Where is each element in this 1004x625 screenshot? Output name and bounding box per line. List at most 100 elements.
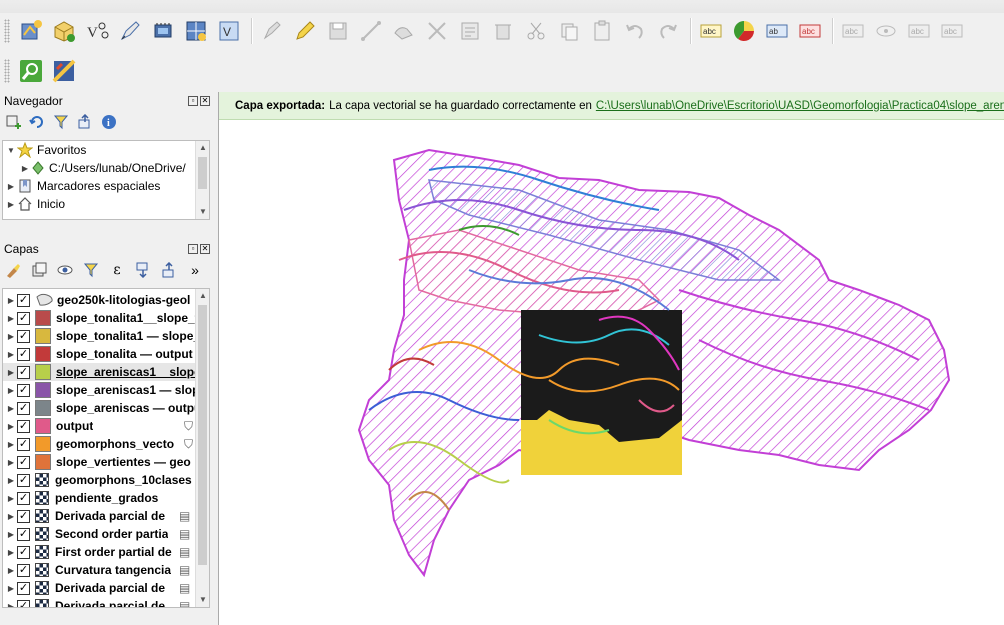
add-group-icon[interactable] <box>30 261 48 279</box>
expand-arrow-icon[interactable]: ▶ <box>5 440 17 449</box>
more-icon[interactable]: » <box>186 261 204 279</box>
filter-icon[interactable] <box>52 113 70 131</box>
expand-arrow-icon[interactable]: ▶ <box>5 386 17 395</box>
measure-icon[interactable] <box>49 56 79 86</box>
grid-icon[interactable] <box>181 16 211 46</box>
navigator-scrollbar[interactable]: ▲ ▼ <box>195 141 209 219</box>
layer-row[interactable]: ▶ ✓ geomorphons_vecto ⛉ <box>3 435 209 453</box>
digitize-line-icon[interactable] <box>356 16 386 46</box>
label-move-icon[interactable]: abc <box>838 16 868 46</box>
collapse-all-layers-icon[interactable] <box>160 261 178 279</box>
nav-item-favorites[interactable]: ▼ Favoritos <box>3 141 209 159</box>
layer-visibility-checkbox[interactable]: ✓ <box>17 545 30 559</box>
add-selected-icon[interactable] <box>4 113 22 131</box>
layer-row[interactable]: ▶ ✓ Second order partia ▤ <box>3 525 209 543</box>
layer-row[interactable]: ▶ ✓ Derivada parcial de ▤ <box>3 507 209 525</box>
expand-arrow-icon[interactable]: ▶ <box>5 494 17 503</box>
layer-visibility-checkbox[interactable]: ✓ <box>17 347 30 361</box>
expression-filter-icon[interactable]: ε <box>108 261 126 279</box>
layer-visibility-checkbox[interactable]: ✓ <box>17 419 30 433</box>
layer-row[interactable]: ▶ ✓ Derivada parcial de ▤ <box>3 597 209 608</box>
layer-row[interactable]: ▶ ✓ slope_tonalita1__slope_t <box>3 309 209 327</box>
nav-item-home[interactable]: ▶ Inicio <box>3 195 209 213</box>
toggle-edit-icon[interactable] <box>257 16 287 46</box>
expand-arrow-icon[interactable]: ▶ <box>5 350 17 359</box>
eye-icon[interactable] <box>56 261 74 279</box>
pencil-icon[interactable] <box>290 16 320 46</box>
layer-visibility-checkbox[interactable]: ✓ <box>17 455 30 469</box>
layer-row[interactable]: ▶ ✓ output ⛉ <box>3 417 209 435</box>
expand-arrow-icon[interactable]: ▶ <box>5 404 17 413</box>
undo-icon[interactable] <box>620 16 650 46</box>
delete-icon[interactable] <box>488 16 518 46</box>
close-icon[interactable]: ✕ <box>200 96 210 106</box>
label-change-icon[interactable]: abc <box>937 16 967 46</box>
new-shapefile-icon[interactable] <box>16 16 46 46</box>
layer-row[interactable]: ▶ ✓ slope_tonalita — output <box>3 345 209 363</box>
label-rotate-icon[interactable]: abc <box>904 16 934 46</box>
expand-arrow-icon[interactable]: ▶ <box>5 530 17 539</box>
toolbar-grip[interactable] <box>4 59 10 83</box>
style-manager-icon[interactable] <box>4 261 22 279</box>
vertex-tool-icon[interactable]: V <box>214 16 244 46</box>
diagram-icon[interactable] <box>729 16 759 46</box>
nav-item-folder[interactable]: ▶ C:/Users/lunab/OneDrive/ <box>3 159 209 177</box>
layer-row[interactable]: ▶ ✓ slope_areniscas1 — slop <box>3 381 209 399</box>
expand-arrow-icon[interactable]: ▶ <box>5 182 17 191</box>
map-canvas[interactable]: Capa exportada: La capa vectorial se ha … <box>218 92 1004 625</box>
toolbar-grip[interactable] <box>4 19 10 43</box>
expand-arrow-icon[interactable]: ▶ <box>5 584 17 593</box>
layer-visibility-checkbox[interactable]: ✓ <box>17 311 30 325</box>
layer-row[interactable]: ▶ ✓ slope_areniscas — outpu <box>3 399 209 417</box>
layer-row[interactable]: ▶ ✓ geomorphons_10clases <box>3 471 209 489</box>
layer-filter-icon[interactable]: ⛉ <box>184 437 193 452</box>
layer-row[interactable]: ▶ ✓ slope_vertientes — geo <box>3 453 209 471</box>
paste-icon[interactable] <box>587 16 617 46</box>
layer-visibility-checkbox[interactable]: ✓ <box>17 437 30 451</box>
float-icon[interactable]: ▫ <box>188 244 198 254</box>
layer-visibility-checkbox[interactable]: ✓ <box>17 581 30 595</box>
label-icon[interactable]: abc <box>696 16 726 46</box>
refresh-icon[interactable] <box>28 113 46 131</box>
save-edits-icon[interactable] <box>323 16 353 46</box>
add-feature-icon[interactable] <box>389 16 419 46</box>
expand-arrow-icon[interactable]: ▶ <box>19 164 31 173</box>
expand-arrow-icon[interactable]: ▶ <box>5 332 17 341</box>
expand-arrow-icon[interactable]: ▼ <box>5 146 17 155</box>
layer-visibility-checkbox[interactable]: ✓ <box>17 491 30 505</box>
layer-row[interactable]: ▶ ✓ Curvatura tangencia ▤ <box>3 561 209 579</box>
layer-row[interactable]: ▶ ✓ slope_areniscas1__slope <box>3 363 209 381</box>
expand-arrow-icon[interactable]: ▶ <box>5 368 17 377</box>
info-icon[interactable]: i <box>100 113 118 131</box>
new-virtual-layer-icon[interactable]: V <box>82 16 112 46</box>
copy-icon[interactable] <box>554 16 584 46</box>
expand-arrow-icon[interactable]: ▶ <box>5 200 17 209</box>
layer-visibility-checkbox[interactable]: ✓ <box>17 365 30 379</box>
move-feature-icon[interactable] <box>422 16 452 46</box>
collapse-all-icon[interactable] <box>76 113 94 131</box>
layer-visibility-checkbox[interactable]: ✓ <box>17 599 30 607</box>
label-pin-icon[interactable]: ab <box>762 16 792 46</box>
expand-arrow-icon[interactable]: ▶ <box>5 458 17 467</box>
vertex-editor-icon[interactable] <box>455 16 485 46</box>
layers-scrollbar[interactable]: ▲ ▼ <box>195 289 209 607</box>
new-geopackage-icon[interactable] <box>49 16 79 46</box>
layer-row[interactable]: ▶ ✓ geo250k-litologias-geol <box>3 291 209 309</box>
expand-arrow-icon[interactable]: ▶ <box>5 296 17 305</box>
layer-visibility-checkbox[interactable]: ✓ <box>17 383 30 397</box>
label-show-icon[interactable]: abc <box>795 16 825 46</box>
layer-filter-icon[interactable]: ⛉ <box>184 419 193 434</box>
message-link[interactable]: C:\Users\lunab\OneDrive\Escritorio\UASD\… <box>596 100 1004 112</box>
layer-visibility-checkbox[interactable]: ✓ <box>17 563 30 577</box>
expand-arrow-icon[interactable]: ▶ <box>5 602 17 608</box>
layer-visibility-checkbox[interactable]: ✓ <box>17 509 30 523</box>
layer-row[interactable]: ▶ ✓ First order partial de ▤ <box>3 543 209 561</box>
expand-all-icon[interactable] <box>134 261 152 279</box>
redo-icon[interactable] <box>653 16 683 46</box>
layer-row[interactable]: ▶ ✓ Derivada parcial de ▤ <box>3 579 209 597</box>
layer-visibility-checkbox[interactable]: ✓ <box>17 293 30 307</box>
expand-arrow-icon[interactable]: ▶ <box>5 566 17 575</box>
cut-icon[interactable] <box>521 16 551 46</box>
expand-arrow-icon[interactable]: ▶ <box>5 422 17 431</box>
expand-arrow-icon[interactable]: ▶ <box>5 476 17 485</box>
